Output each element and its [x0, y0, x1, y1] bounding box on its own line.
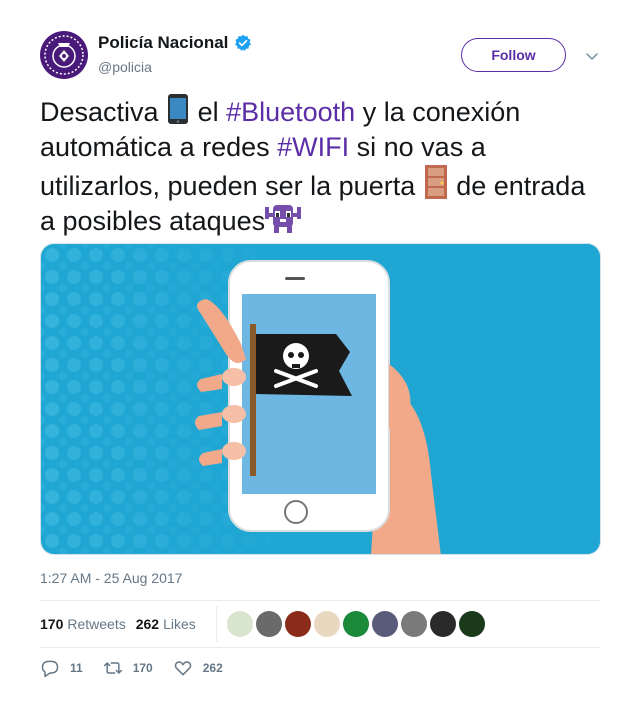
liker-avatar[interactable]	[400, 611, 427, 637]
tweet-text-segment: Desactiva	[40, 97, 167, 127]
account-handle[interactable]: @policia	[98, 59, 152, 75]
space-invader-icon	[265, 205, 302, 233]
liker-avatar[interactable]	[342, 611, 369, 637]
hashtag-bluetooth-link[interactable]: #Bluetooth	[226, 97, 355, 127]
tweet-text: Desactiva el #Bluetooth y la conexión au…	[40, 93, 600, 239]
retweet-icon	[103, 662, 122, 674]
stats-divider	[215, 606, 217, 642]
phone-icon	[168, 94, 189, 124]
tweet-text-segment: el	[190, 97, 227, 127]
door-icon	[424, 165, 447, 199]
hashtag-wifi-link[interactable]: #WIFI	[277, 132, 349, 162]
tweet-media-image[interactable]	[40, 243, 601, 555]
liker-avatar[interactable]	[458, 611, 485, 637]
liker-avatar[interactable]	[284, 611, 311, 637]
follow-button[interactable]: Follow	[461, 38, 566, 72]
engagement-stats: 170 Retweets 262 Likes	[40, 600, 600, 648]
retweets-label: Retweets	[67, 616, 126, 632]
reply-count: 11	[70, 661, 83, 675]
retweets-stat[interactable]: 170 Retweets	[40, 616, 126, 632]
liker-avatar[interactable]	[255, 611, 282, 637]
likes-label: Likes	[163, 616, 196, 632]
reply-button[interactable]: 11	[40, 658, 83, 678]
liker-avatar[interactable]	[371, 611, 398, 637]
verified-badge-icon	[235, 34, 252, 51]
police-badge-icon	[44, 35, 84, 75]
retweet-count: 170	[132, 661, 153, 675]
tweet-actions: 11 170 262	[40, 658, 243, 678]
likes-count: 262	[135, 616, 160, 632]
avatar[interactable]	[40, 31, 88, 79]
like-count: 262	[202, 661, 223, 675]
like-button[interactable]: 262	[173, 658, 223, 678]
reply-icon	[41, 660, 59, 678]
heart-icon	[174, 661, 192, 676]
tweet-timestamp[interactable]: 1:27 AM - 25 Aug 2017	[40, 570, 182, 586]
liker-avatar[interactable]	[226, 611, 253, 637]
liker-avatar[interactable]	[313, 611, 340, 637]
account-name[interactable]: Policía Nacional	[98, 33, 228, 53]
likers-avatars	[226, 611, 485, 637]
hand-phone-pirate-flag-image	[41, 244, 600, 554]
retweets-count: 170	[40, 616, 64, 632]
liker-avatar[interactable]	[429, 611, 456, 637]
likes-stat[interactable]: 262 Likes	[136, 616, 206, 632]
chevron-down-icon[interactable]	[584, 48, 600, 64]
retweet-button[interactable]: 170	[103, 658, 153, 678]
